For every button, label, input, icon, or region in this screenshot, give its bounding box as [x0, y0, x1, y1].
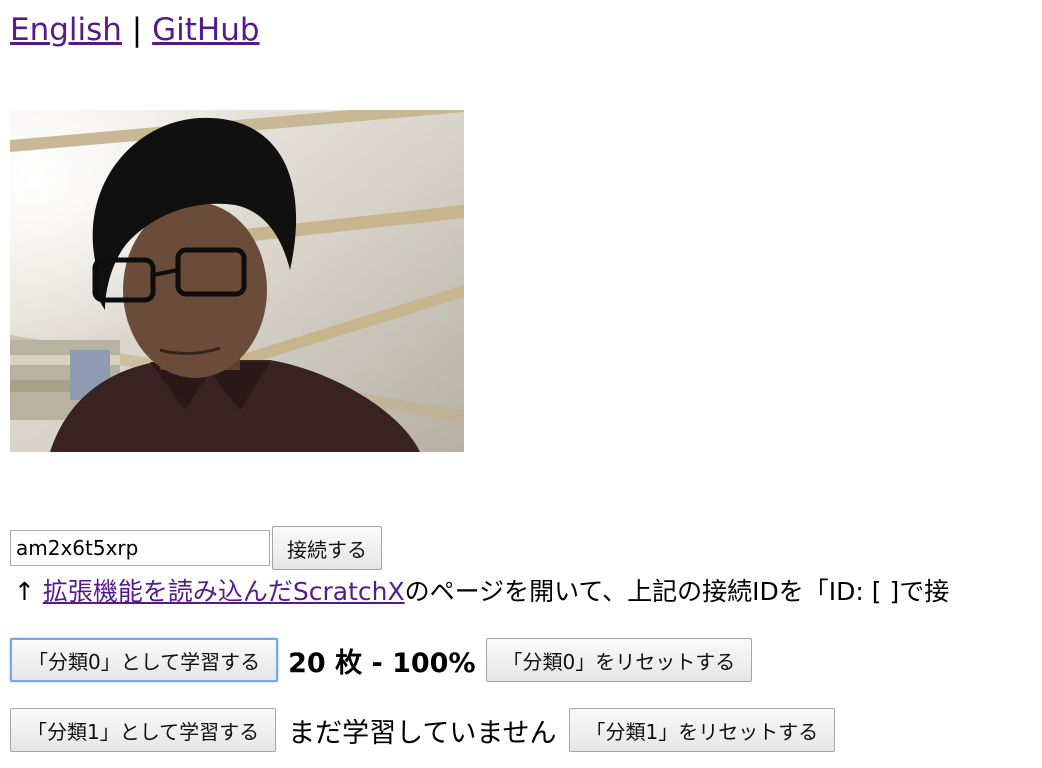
- connect-button[interactable]: 接続する: [272, 526, 382, 570]
- up-arrow-icon: ↑: [14, 577, 35, 606]
- github-link[interactable]: GitHub: [152, 12, 259, 48]
- instruction-text: ↑ 拡張機能を読み込んだScratchXのページを開いて、上記の接続IDを「ID…: [14, 570, 949, 614]
- page: English | GitHub am2x6t5xrp 接続する ↑ 拡張機能を…: [0, 0, 1042, 768]
- instruction-trailing-text: のページを開いて、上記の接続IDを「ID: [ ]で接: [404, 577, 950, 606]
- reset-class-1-button[interactable]: 「分類1」をリセットする: [568, 708, 836, 752]
- train-class-0-button[interactable]: 「分類0」として学習する: [10, 638, 279, 682]
- train-class-1-button[interactable]: 「分類1」として学習する: [10, 708, 277, 752]
- connect-row: 接続する: [10, 526, 382, 570]
- link-separator: |: [131, 12, 143, 48]
- class-1-row: 「分類1」として学習する まだ学習していません 「分類1」をリセットする: [10, 708, 836, 752]
- english-link[interactable]: English: [10, 12, 122, 48]
- webcam-video: [10, 110, 464, 452]
- header-links: English | GitHub: [10, 8, 260, 52]
- class-0-status: 20 枚 - 100%: [288, 647, 476, 679]
- class-0-row: 「分類0」として学習する 20 枚 - 100% 「分類0」をリセットする: [10, 638, 753, 682]
- webcam-frame-illustration: [10, 110, 464, 452]
- scratchx-link[interactable]: 拡張機能を読み込んだScratchX: [43, 577, 405, 606]
- reset-class-0-button[interactable]: 「分類0」をリセットする: [485, 638, 753, 682]
- connection-id-input[interactable]: [10, 530, 270, 566]
- class-1-status: まだ学習していません: [288, 717, 557, 749]
